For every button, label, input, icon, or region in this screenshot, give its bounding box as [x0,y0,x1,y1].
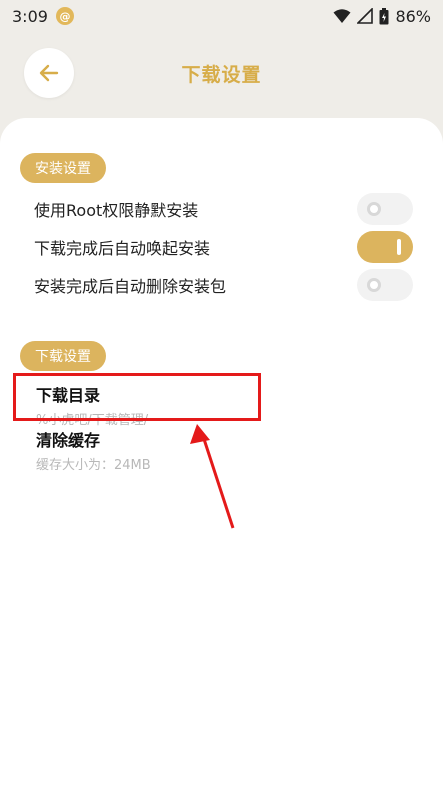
app-notification-icon: @ [55,7,74,25]
signal-icon [357,8,374,24]
settings-card: 安装设置 使用Root权限静默安装 下载完成后自动唤起安装 安装完成后自动删除安… [0,118,443,788]
status-time: 3:09 [12,6,48,26]
status-bar-left: 3:09 @ [12,7,74,26]
page-header: 下载设置 [0,36,443,116]
battery-icon [379,7,389,24]
status-bar-right: 86% [333,7,431,26]
wifi-icon [333,9,351,23]
annotation-arrow-icon [190,424,235,529]
status-bar: 3:09 @ 86% [0,0,443,32]
battery-level: 86% [395,6,431,26]
page-title: 下载设置 [181,64,262,86]
